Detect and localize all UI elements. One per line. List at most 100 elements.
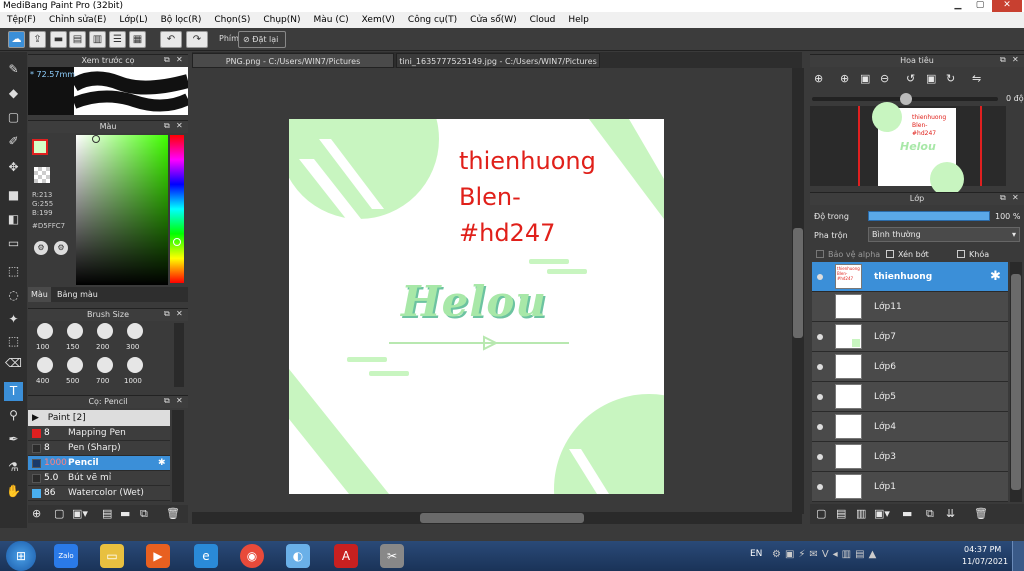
brush-size-item[interactable]: 200: [92, 323, 118, 353]
maximize-button[interactable]: ▢: [970, 0, 990, 12]
brush-list-scrollbar[interactable]: [172, 410, 184, 502]
horizontal-scrollbar[interactable]: [192, 512, 802, 524]
document-icon[interactable]: ▥: [89, 31, 106, 48]
brush-size-item[interactable]: 150: [62, 323, 88, 353]
expand-icon[interactable]: ⧉: [164, 121, 170, 131]
brush-item-selected[interactable]: 1000 Pencil ✱: [28, 456, 170, 471]
add-layer-menu-icon[interactable]: ▣▾: [874, 507, 890, 520]
brush-size-item[interactable]: 400: [32, 357, 58, 387]
expand-icon[interactable]: ⧉: [1000, 193, 1006, 203]
hue-cursor[interactable]: [173, 238, 181, 246]
tab-color[interactable]: Màu: [28, 287, 51, 302]
folder-icon[interactable]: ▬: [120, 507, 130, 520]
layer-row[interactable]: Lớp4: [812, 412, 1008, 442]
layers-scroll-thumb[interactable]: [1011, 274, 1021, 490]
eye-icon[interactable]: [817, 454, 823, 460]
pdf-reader-icon[interactable]: A: [334, 544, 358, 568]
close-icon[interactable]: ✕: [176, 309, 183, 318]
fill-rect-tool-icon[interactable]: ■: [4, 186, 23, 205]
zoom-in-icon[interactable]: ⊕: [840, 72, 849, 85]
brush-group[interactable]: ▶ Paint [2]: [28, 410, 170, 426]
menu-help[interactable]: Help: [568, 15, 589, 25]
close-icon[interactable]: ✕: [1012, 193, 1019, 202]
file-explorer-icon[interactable]: ▭: [100, 544, 124, 568]
tools-icon[interactable]: ✂: [380, 544, 404, 568]
brush-item[interactable]: 8 Pen (Sharp): [28, 441, 170, 456]
menu-view[interactable]: Xem(V): [362, 15, 395, 25]
navigator-preview[interactable]: thienhuong Blen- #hd247 Helou: [810, 102, 1006, 196]
brush-size-item[interactable]: 100: [32, 323, 58, 353]
pen-tool-icon[interactable]: ✐: [4, 132, 23, 151]
lock-checkbox[interactable]: [957, 250, 965, 258]
list-icon[interactable]: ☰: [109, 31, 126, 48]
medibang-icon[interactable]: ◐: [286, 544, 310, 568]
expand-icon[interactable]: ⧉: [164, 309, 170, 319]
rotation-slider[interactable]: [812, 93, 998, 105]
brush-size-scrollbar[interactable]: [174, 323, 184, 387]
gradient-tool-icon[interactable]: ▭: [4, 234, 23, 253]
menu-snap[interactable]: Chụp(N): [263, 15, 300, 25]
chrome-icon[interactable]: ◉: [240, 544, 264, 568]
media-player-icon[interactable]: ▶: [146, 544, 170, 568]
chat-icon[interactable]: ▤: [69, 31, 86, 48]
horizontal-scroll-thumb[interactable]: [420, 513, 584, 523]
foreground-color-swatch[interactable]: [32, 139, 48, 155]
tray-icons[interactable]: ⚙▣⚡✉V◂▥▤▲: [772, 549, 880, 560]
new-layer-icon[interactable]: ▢: [816, 507, 826, 520]
select-eraser-icon[interactable]: ⌫: [4, 354, 23, 373]
show-desktop-button[interactable]: [1012, 541, 1024, 571]
share-icon[interactable]: ⇪: [29, 31, 46, 48]
vertical-scroll-thumb[interactable]: [793, 228, 803, 338]
hand-tool-icon[interactable]: ✋: [4, 482, 23, 501]
eye-icon[interactable]: [817, 424, 823, 430]
brush-size-item[interactable]: 700: [92, 357, 118, 387]
palette-icon[interactable]: ⚙: [34, 241, 48, 255]
eye-icon[interactable]: [817, 364, 823, 370]
new-brush-icon[interactable]: ▢: [54, 507, 64, 520]
saturation-value-picker[interactable]: [76, 135, 168, 285]
rotate-left-icon[interactable]: ↺: [906, 72, 915, 85]
menu-edit[interactable]: Chỉnh sửa(E): [49, 15, 106, 25]
tab-tini[interactable]: tini_1635777525149.jpg - C:/Users/WIN7/P…: [396, 53, 600, 68]
zalo-icon[interactable]: Zalo: [54, 544, 78, 568]
eye-icon[interactable]: [817, 394, 823, 400]
brush-item[interactable]: 86 Watercolor (Wet): [28, 486, 170, 501]
flip-icon[interactable]: ⇋: [972, 72, 981, 85]
close-icon[interactable]: ✕: [176, 396, 183, 405]
menu-filter[interactable]: Bộ lọc(R): [161, 15, 202, 25]
protect-alpha-checkbox[interactable]: [816, 250, 824, 258]
expand-icon[interactable]: ⧉: [1000, 55, 1006, 65]
tab-palette[interactable]: Bảng màu: [54, 287, 101, 302]
reset-view-icon[interactable]: ▣: [926, 72, 936, 85]
menu-cloud[interactable]: Cloud: [530, 15, 556, 25]
bucket-tool-icon[interactable]: ◧: [4, 210, 23, 229]
comment-icon[interactable]: ▬: [50, 31, 67, 48]
artboard[interactable]: thienhuong Blen- #hd247 Helou: [289, 119, 664, 494]
blend-mode-select[interactable]: Bình thường ▾: [868, 227, 1020, 242]
cloud-icon[interactable]: ☁: [8, 31, 25, 48]
menu-window[interactable]: Cửa sổ(W): [470, 15, 516, 25]
start-button[interactable]: ⊞: [6, 541, 36, 571]
layer-row[interactable]: Lớp6: [812, 352, 1008, 382]
close-icon[interactable]: ✕: [176, 55, 183, 64]
brush-settings-icon[interactable]: ▤: [102, 507, 112, 520]
language-indicator[interactable]: EN: [750, 549, 762, 559]
palette-add-icon[interactable]: ⚙: [54, 241, 68, 255]
zoom-out-icon[interactable]: ⊖: [880, 72, 889, 85]
rotate-right-icon[interactable]: ↻: [946, 72, 955, 85]
menu-layer[interactable]: Lớp(L): [119, 15, 147, 25]
internet-explorer-icon[interactable]: e: [194, 544, 218, 568]
eraser-tool-icon[interactable]: ◆: [4, 84, 23, 103]
select-rect-icon[interactable]: ⬚: [4, 262, 23, 281]
close-icon[interactable]: ✕: [176, 121, 183, 130]
add-brush-icon[interactable]: ⊕: [32, 507, 41, 520]
eye-icon[interactable]: [817, 274, 823, 280]
vertical-scrollbar[interactable]: [792, 68, 804, 514]
eye-icon[interactable]: [817, 334, 823, 340]
brush-tool-icon[interactable]: ✎: [4, 60, 23, 79]
layer-row[interactable]: Lớp5: [812, 382, 1008, 412]
menu-file[interactable]: Tệp(F): [7, 15, 36, 25]
menu-select[interactable]: Chọn(S): [214, 15, 250, 25]
text-tool-icon[interactable]: T: [4, 382, 23, 401]
fit-icon[interactable]: ▣: [860, 72, 870, 85]
